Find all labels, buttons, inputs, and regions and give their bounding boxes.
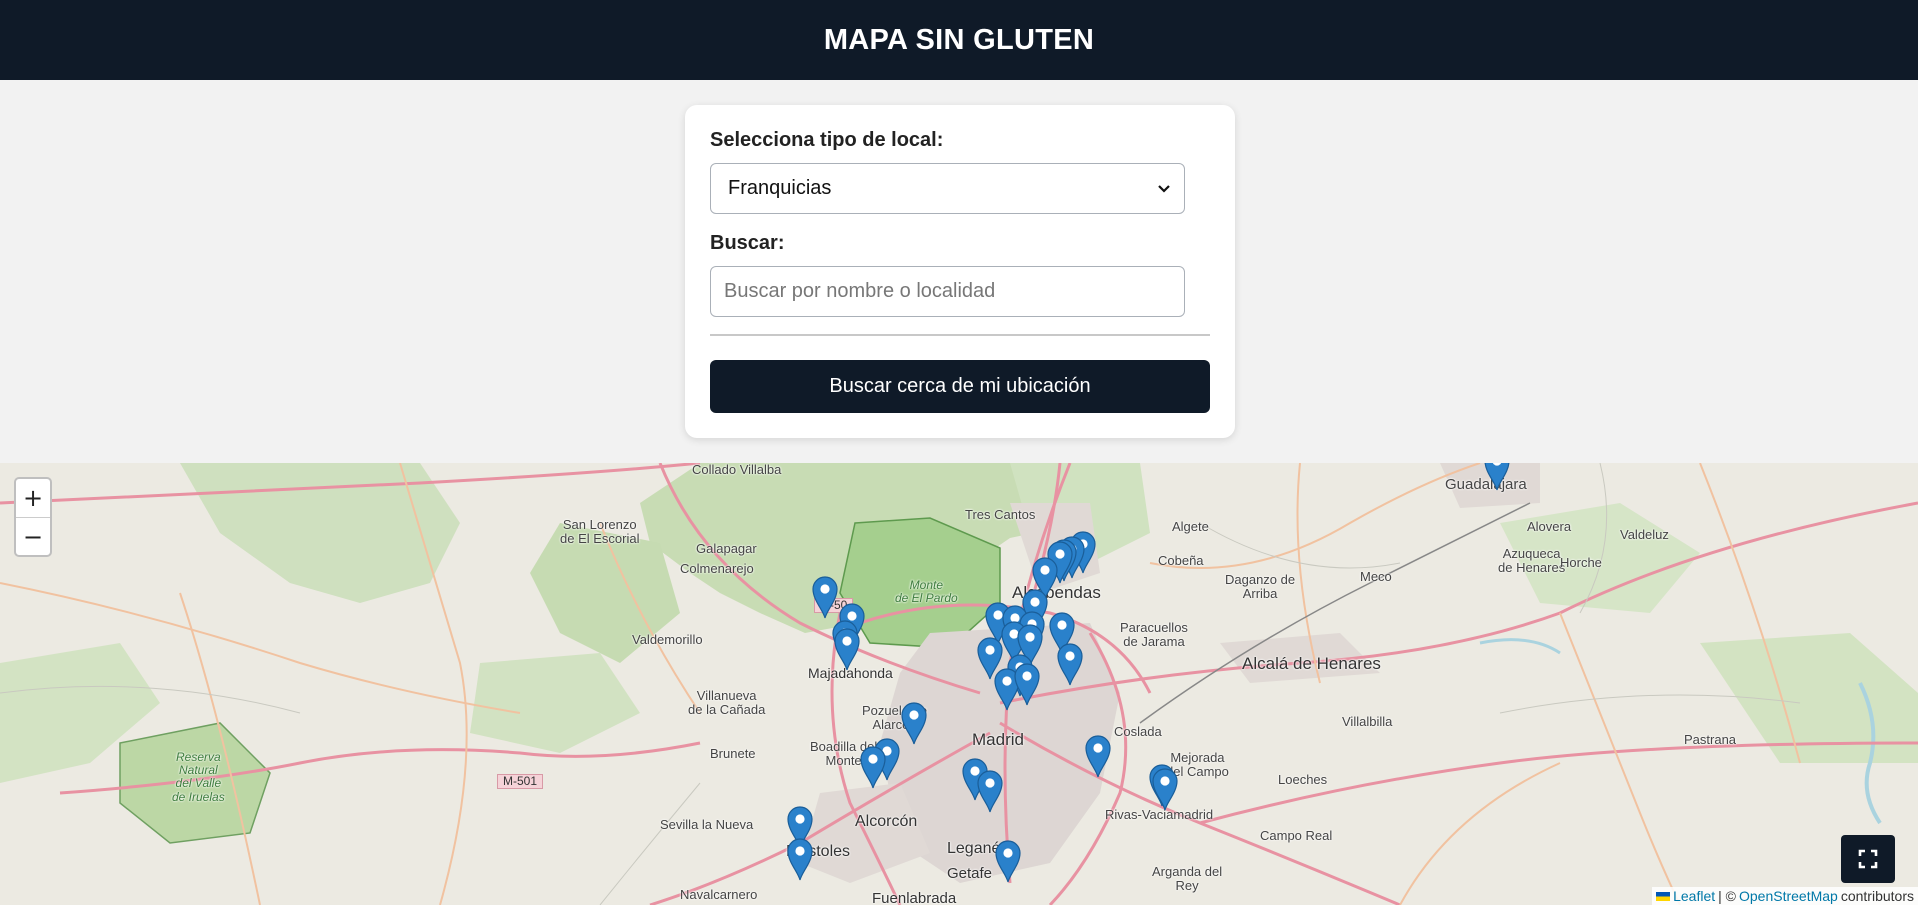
map-marker[interactable] xyxy=(1055,641,1085,686)
map-marker-icon xyxy=(860,746,886,789)
place-label-loeches: Loeches xyxy=(1278,772,1328,787)
map-marker[interactable] xyxy=(810,574,840,619)
place-label-azuqueca: Azuqueca de Henares xyxy=(1498,546,1566,576)
place-label-valdemorillo: Valdemorillo xyxy=(632,632,703,647)
map-marker-icon xyxy=(977,770,1003,813)
nearby-search-button[interactable]: Buscar cerca de mi ubicación xyxy=(710,360,1210,413)
map-marker-icon xyxy=(834,628,860,671)
attribution-contributors: contributors xyxy=(1840,888,1914,904)
osm-link[interactable]: OpenStreetMap xyxy=(1739,888,1838,904)
search-placeholder: Buscar por nombre o localidad xyxy=(724,280,996,302)
place-label-paracuellos-text: Paracuellos de Jarama xyxy=(1120,620,1188,650)
map-marker-icon xyxy=(995,840,1021,883)
map-marker[interactable] xyxy=(1012,661,1042,706)
place-label-azuqueca-text: Azuqueca de Henares xyxy=(1498,546,1566,576)
map-marker[interactable] xyxy=(975,768,1005,813)
place-label-cobena: Cobeña xyxy=(1158,553,1204,568)
map-marker-icon xyxy=(1014,663,1040,706)
place-label-navalcarnero: Navalcarnero xyxy=(680,887,758,902)
place-label-getafe: Getafe xyxy=(947,865,993,882)
place-label-collado-villalba: Collado Villalba xyxy=(692,463,782,477)
place-label-campo-real: Campo Real xyxy=(1260,828,1333,843)
map-marker-icon xyxy=(901,702,927,745)
place-label-colmenarejo: Colmenarejo xyxy=(680,561,754,576)
place-label-meco: Meco xyxy=(1360,569,1392,584)
place-label-reserva-text: Reserva Natural del Valle de Iruelas xyxy=(172,750,225,804)
place-label-monte-pardo: Monte de El Pardo xyxy=(895,578,958,606)
app-header: MAPA SIN GLUTEN xyxy=(0,0,1918,80)
leaflet-link[interactable]: Leaflet xyxy=(1673,888,1715,904)
map-marker-icon xyxy=(812,576,838,619)
place-label-arganda-text: Arganda del Rey xyxy=(1152,864,1223,894)
map-marker[interactable] xyxy=(1482,463,1512,491)
search-label: Buscar: xyxy=(710,232,785,254)
map-marker-icon xyxy=(1484,463,1510,491)
map-marker[interactable] xyxy=(1083,733,1113,778)
zoom-in-button[interactable]: + xyxy=(16,479,50,517)
place-label-arganda: Arganda del Rey xyxy=(1152,864,1223,894)
zoom-control: + − xyxy=(14,477,52,557)
place-label-tres-cantos: Tres Cantos xyxy=(965,507,1036,522)
place-label-coslada: Coslada xyxy=(1114,724,1162,739)
attribution-separator: | © xyxy=(1718,888,1736,904)
map-marker-icon xyxy=(787,838,813,881)
search-input[interactable]: Buscar por nombre o localidad xyxy=(710,266,1185,317)
place-label-alovera: Alovera xyxy=(1527,519,1572,534)
page-title: MAPA SIN GLUTEN xyxy=(823,23,1095,56)
fullscreen-icon xyxy=(1858,849,1878,869)
place-label-villanueva: Villanueva de la Cañada xyxy=(688,688,766,718)
place-label-monte-pardo-text: Monte de El Pardo xyxy=(895,578,958,606)
place-label-san-lorenzo: San Lorenzo de El Escorial xyxy=(560,517,640,547)
place-label-algete: Algete xyxy=(1172,519,1209,534)
place-label-brunete: Brunete xyxy=(710,746,756,761)
place-label-horche: Horche xyxy=(1560,555,1602,570)
ukraine-flag-icon xyxy=(1656,891,1671,901)
map-marker[interactable] xyxy=(785,836,815,881)
place-label-villanueva-text: Villanueva de la Cañada xyxy=(688,688,766,718)
place-label-daganzo-text: Daganzo de Arriba xyxy=(1225,572,1296,602)
place-label-alcorcon: Alcorcón xyxy=(855,813,918,830)
place-label-paracuellos: Paracuellos de Jarama xyxy=(1120,620,1188,650)
place-label-san-lorenzo-text: San Lorenzo de El Escorial xyxy=(560,517,640,547)
type-label: Selecciona tipo de local: xyxy=(710,129,944,151)
place-label-galapagar: Galapagar xyxy=(696,541,757,556)
map-attribution: Leaflet | © OpenStreetMap contributors xyxy=(1652,887,1918,905)
place-label-alcala: Alcalá de Henares xyxy=(1242,654,1381,673)
map-marker[interactable] xyxy=(858,744,888,789)
divider xyxy=(710,334,1210,336)
map-marker[interactable] xyxy=(832,626,862,671)
road-label-m501: M-501 xyxy=(497,774,544,790)
map-marker[interactable] xyxy=(899,700,929,745)
fullscreen-button[interactable] xyxy=(1841,835,1895,883)
place-label-villalbilla: Villalbilla xyxy=(1342,714,1393,729)
zoom-out-button[interactable]: − xyxy=(16,517,50,555)
map-marker-icon xyxy=(1085,735,1111,778)
type-select-value: Franquicias xyxy=(728,177,832,199)
place-label-reserva: Reserva Natural del Valle de Iruelas xyxy=(172,750,225,804)
filter-panel: Selecciona tipo de local: Franquicias Bu… xyxy=(685,105,1235,438)
chevron-down-icon xyxy=(1158,185,1170,193)
place-label-madrid: Madrid xyxy=(972,730,1024,749)
type-select[interactable]: Franquicias xyxy=(710,163,1185,214)
map-marker[interactable] xyxy=(1150,766,1180,811)
place-label-daganzo: Daganzo de Arriba xyxy=(1225,572,1296,602)
place-label-sevilla: Sevilla la Nueva xyxy=(660,817,754,832)
map-marker-icon xyxy=(1152,768,1178,811)
map[interactable]: Guadalajara Collado Villalba San Lorenzo… xyxy=(0,463,1918,905)
map-marker[interactable] xyxy=(993,838,1023,883)
place-label-pastrana: Pastrana xyxy=(1684,732,1737,747)
place-label-fuenlabrada: Fuenlabrada xyxy=(872,890,957,905)
map-marker-icon xyxy=(1057,643,1083,686)
place-label-valdeluz: Valdeluz xyxy=(1620,527,1669,542)
